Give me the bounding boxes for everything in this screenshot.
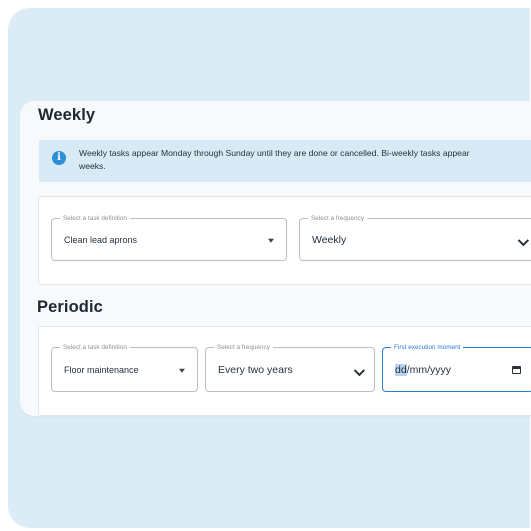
info-icon: i (52, 151, 66, 165)
weekly-card: Select a task definition Clean lead apro… (38, 196, 531, 285)
select-value: Weekly (312, 233, 347, 246)
info-banner: i Weekly tasks appear Monday through Sun… (39, 140, 531, 182)
field-label: Select a task definition (60, 214, 130, 223)
calendar-icon[interactable] (512, 365, 521, 374)
first-execution-date-input[interactable]: First execution moment dd/mm/yyyy (382, 343, 531, 392)
weekly-frequency-select[interactable]: Select a frequency Weekly (299, 214, 531, 261)
date-rest-segment: /mm/yyyy (406, 363, 452, 376)
chevron-down-icon (353, 364, 366, 376)
field-label: Select a frequency (308, 214, 367, 223)
field-label: Select a task definition (60, 343, 130, 352)
select-value: Every two years (218, 363, 293, 376)
date-day-segment: dd (395, 363, 407, 376)
info-banner-text: Weekly tasks appear Monday through Sunda… (79, 147, 531, 172)
dropdown-caret-icon (179, 368, 185, 373)
dropdown-caret-icon (268, 238, 274, 243)
field-label: First execution moment (391, 343, 464, 352)
select-value: Clean lead aprons (64, 234, 138, 245)
chevron-down-icon (517, 234, 530, 246)
weekly-heading: Weekly (38, 106, 96, 124)
weekly-task-definition-select[interactable]: Select a task definition Clean lead apro… (51, 214, 287, 261)
periodic-card: Select a task definition Floor maintenan… (38, 326, 531, 416)
info-line-2: weeks. (79, 160, 106, 171)
periodic-task-definition-select[interactable]: Select a task definition Floor maintenan… (51, 343, 198, 392)
select-value: Floor maintenance (64, 364, 139, 375)
periodic-heading: Periodic (37, 298, 103, 316)
field-label: Select a frequency (214, 343, 273, 352)
date-value: dd/mm/yyyy (395, 363, 452, 376)
periodic-frequency-select[interactable]: Select a frequency Every two years (205, 343, 375, 392)
info-line-1: Weekly tasks appear Monday through Sunda… (79, 148, 470, 158)
